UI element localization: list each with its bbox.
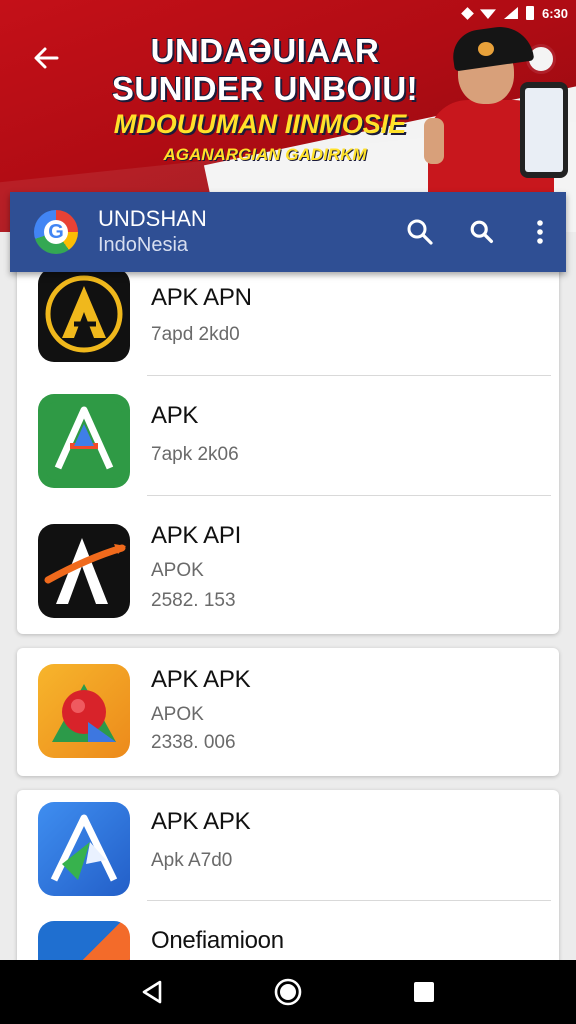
app-name: APK APK (151, 666, 251, 693)
list-item[interactable]: APK APK Apk A7d0 (17, 790, 559, 900)
app-logo-icon: G (34, 210, 78, 254)
app-meta: APOK (151, 560, 204, 581)
app-name: APK API (151, 522, 241, 549)
nav-back-button[interactable] (134, 974, 170, 1010)
back-triangle-icon (142, 980, 162, 1004)
app-name: APK (151, 402, 199, 429)
apk-a-logo-blue-icon (38, 802, 130, 896)
arrow-left-icon (34, 47, 59, 69)
list-item[interactable]: APK API APOK 2582. 153 (17, 496, 559, 634)
app-name: APK APK (151, 808, 251, 835)
app-meta: 7apk 2k06 (151, 444, 239, 465)
apk-a-logo-green-icon (38, 394, 130, 488)
home-circle-icon (274, 978, 302, 1006)
status-bar: 6:30 (461, 2, 568, 24)
app-meta: Apk A7d0 (151, 850, 233, 871)
banner-line-1: UNDAƏUIAAR (150, 32, 380, 69)
signal-icon (503, 7, 518, 19)
recents-square-icon (414, 982, 434, 1002)
apk-ball-orange-icon (38, 664, 130, 758)
battery-icon (525, 6, 534, 20)
app-name: Onefiamioon (151, 927, 284, 954)
nav-recents-button[interactable] (406, 974, 442, 1010)
app-meta: APOK (151, 704, 204, 725)
apk-a-logo-black-icon (38, 268, 130, 362)
app-meta: 7apd 2kd0 (151, 324, 240, 345)
app-meta-secondary: 2338. 006 (151, 732, 236, 753)
nav-home-button[interactable] (270, 974, 306, 1010)
list-item[interactable]: APK APK APOK 2338. 006 (17, 648, 559, 776)
app-bar-subtitle: IndoNesia (98, 234, 189, 256)
search-button[interactable] (400, 212, 440, 252)
search-icon (470, 220, 494, 244)
app-list-card: APK APN 7apd 2kd0 APK 7apk 2k06 APK API … (17, 262, 559, 634)
banner-line-2: SUNIDER UNBOIU! (111, 70, 419, 107)
banner-line-4: AGANARGIAN GADIRKM (163, 145, 367, 164)
banner-line-3: MDOUUMAN IINMOSIE (113, 109, 407, 139)
system-nav-bar (0, 960, 576, 1024)
wifi-icon (479, 9, 496, 19)
list-item[interactable]: APK APN 7apd 2kd0 (17, 262, 559, 376)
app-name: APK APN (151, 284, 252, 311)
app-list-card: APK APK Apk A7d0 Onefiamioon (17, 790, 559, 970)
more-options-button[interactable] (520, 212, 560, 252)
phone-illustration (520, 82, 568, 178)
app-bar-title: UNDSHAN (98, 206, 207, 231)
list-item[interactable]: APK 7apk 2k06 (17, 376, 559, 496)
diamond-icon (461, 6, 474, 20)
banner-headline: UNDAƏUIAAR SUNIDER UNBOIU! MDOUUMAN IINM… (100, 32, 430, 168)
app-list-card: APK APK APOK 2338. 006 (17, 648, 559, 776)
search-button-secondary[interactable] (462, 212, 502, 252)
app-meta-secondary: 2582. 153 (151, 590, 236, 611)
status-time: 6:30 (541, 5, 568, 21)
apk-a-swoosh-black-icon (38, 524, 130, 618)
more-vert-icon (537, 220, 543, 244)
back-button[interactable] (26, 38, 66, 78)
app-bar: G UNDSHAN IndoNesia (10, 192, 566, 272)
search-icon (407, 219, 433, 245)
